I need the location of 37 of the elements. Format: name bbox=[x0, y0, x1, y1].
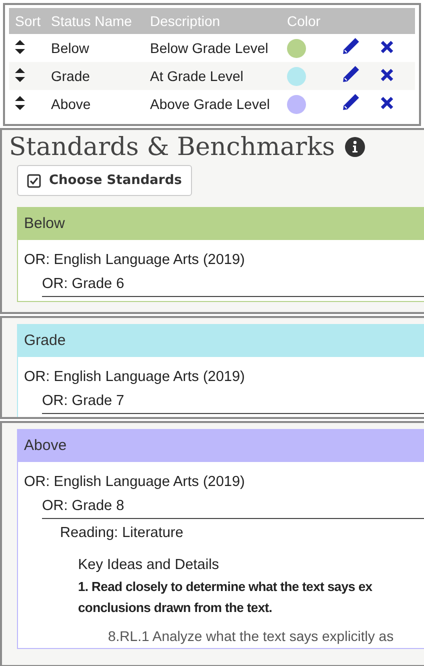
checkbox-icon bbox=[27, 174, 41, 188]
pencil-icon[interactable] bbox=[342, 66, 359, 83]
sort-handle-icon[interactable] bbox=[15, 68, 25, 82]
grade-label: OR: Grade 7 bbox=[42, 391, 424, 414]
sort-handle-icon[interactable] bbox=[15, 40, 25, 54]
table-cell-text: Below bbox=[51, 40, 90, 56]
domain-label: Reading: Literature bbox=[60, 525, 184, 543]
benchmark-text: 8.RL.1 Analyze what the text says explicitly as bbox=[108, 628, 395, 644]
table-cell-text: At Grade Level bbox=[150, 68, 244, 84]
close-icon[interactable] bbox=[380, 40, 394, 54]
table-cell-text: Grade bbox=[51, 68, 91, 84]
table-cell-text: Below Grade Level bbox=[150, 40, 270, 56]
info-icon[interactable] bbox=[344, 136, 365, 156]
subject-label: OR: English Language Arts (2019) bbox=[24, 473, 246, 492]
column-header: Sort bbox=[14, 13, 42, 29]
grade-label: OR: Grade 8 bbox=[42, 496, 424, 519]
pencil-icon[interactable] bbox=[342, 38, 359, 55]
close-icon[interactable] bbox=[380, 68, 394, 82]
table-cell-text: Above bbox=[51, 96, 92, 112]
column-header: Status Name bbox=[51, 13, 133, 29]
subject-label: OR: English Language Arts (2019) bbox=[24, 251, 246, 270]
pencil-icon[interactable] bbox=[342, 94, 359, 111]
cluster-label: Key Ideas and Details bbox=[78, 556, 220, 575]
grade-label: OR: Grade 6 bbox=[42, 274, 424, 297]
column-header: Color bbox=[287, 13, 322, 29]
sort-handle-icon[interactable] bbox=[15, 96, 25, 110]
group-header: Below bbox=[18, 208, 424, 240]
standard-text: 1. Read closely to determine what the text says ex bbox=[78, 578, 374, 596]
column-header: Description bbox=[150, 13, 222, 29]
standard-text: conclusions drawn from the text. bbox=[78, 599, 274, 617]
group-header: Grade bbox=[18, 325, 424, 357]
close-icon[interactable] bbox=[380, 96, 394, 110]
section-title: Standards & Benchmarks bbox=[9, 132, 335, 161]
subject-label: OR: English Language Arts (2019) bbox=[24, 368, 246, 387]
choose-standards-button[interactable]: Choose Standards bbox=[17, 165, 192, 196]
table-cell-text: Above Grade Level bbox=[150, 96, 271, 112]
group-header: Above bbox=[18, 430, 424, 462]
